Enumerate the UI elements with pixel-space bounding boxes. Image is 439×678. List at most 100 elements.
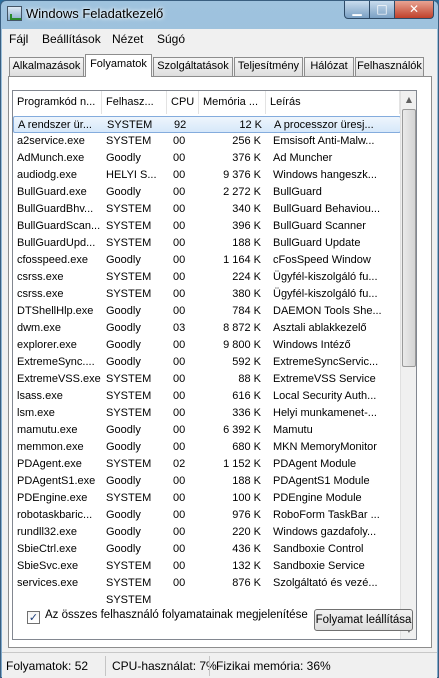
table-row[interactable]: ExtremeSync.... Goodly 00 592 K ExtremeSyncS… (13, 354, 401, 371)
table-row[interactable]: PDEngine.exe SYSTEM 00 100 K PDEngine Module (13, 490, 401, 507)
cell-image-name: a2service.exe (17, 135, 85, 147)
cell-cpu: 00 (173, 373, 186, 385)
table-row[interactable]: services.exe SYSTEM 00 876 K Szolgáltató és … (13, 575, 401, 592)
maximize-button[interactable]: □ (369, 1, 395, 19)
tab-users[interactable]: Felhasználók (355, 57, 424, 76)
table-row[interactable]: robotaskbaric... Goodly 00 976 K RoboForm Ta… (13, 507, 401, 524)
cell-memory: 188 K (232, 237, 261, 249)
cell-image-name: robotaskbaric... (17, 509, 93, 521)
cell-user-name: SYSTEM (106, 288, 152, 300)
cell-image-name: PDAgent.exe (17, 458, 82, 470)
menu-view[interactable]: Nézet (112, 32, 143, 46)
cell-memory: 9 800 K (223, 339, 261, 351)
tab-networking[interactable]: Hálózat (304, 57, 354, 76)
table-row[interactable]: BullGuard.exe Goodly 00 2 272 K BullGuard (13, 184, 401, 201)
table-row[interactable]: explorer.exe Goodly 00 9 800 K Windows Intéz… (13, 337, 401, 354)
column-cpu[interactable]: CPU (167, 91, 199, 114)
cell-cpu: 00 (173, 288, 186, 300)
table-row[interactable]: BullGuardUpd... SYSTEM 00 188 K BullGuard Up… (13, 235, 401, 252)
cell-memory: 12 K (239, 119, 262, 131)
menu-help[interactable]: Súgó (157, 32, 185, 46)
cell-cpu: 00 (173, 424, 186, 436)
table-row[interactable]: SbieCtrl.exe Goodly 00 436 K Sandboxie Contr… (13, 541, 401, 558)
table-row[interactable]: cfosspeed.exe Goodly 00 1 164 K cFosSpeed Wi… (13, 252, 401, 269)
column-user-name[interactable]: Felhasz... (102, 91, 167, 114)
table-row[interactable]: a2service.exe SYSTEM 00 256 K Emsisoft Anti-… (13, 133, 401, 150)
tab-performance[interactable]: Teljesítmény (234, 57, 303, 76)
cell-memory: 436 K (232, 543, 261, 555)
cell-user-name: Goodly (106, 305, 141, 317)
title-bar[interactable]: Windows Feladatkezelő ▁ □ ✕ (1, 1, 438, 29)
cell-cpu: 00 (173, 135, 186, 147)
cell-memory: 6 392 K (223, 424, 261, 436)
cell-cpu: 00 (173, 526, 186, 538)
cell-memory: 1 164 K (223, 254, 261, 266)
cell-user-name: SYSTEM (106, 373, 152, 385)
column-description[interactable]: Leírás (266, 91, 400, 114)
minimize-button[interactable]: ▁ (344, 1, 370, 19)
cell-cpu: 00 (173, 220, 186, 232)
menu-options[interactable]: Beállítások (42, 32, 101, 46)
cell-description: Ügyfél-kiszolgáló fu... (273, 271, 378, 283)
cell-description: PDAgent Module (273, 458, 357, 470)
close-button[interactable]: ✕ (394, 1, 434, 19)
cell-user-name: SYSTEM (106, 135, 152, 147)
cell-description: RoboForm TaskBar ... (273, 509, 380, 521)
table-row[interactable]: csrss.exe SYSTEM 00 380 K Ügyfél-kiszolgáló … (13, 286, 401, 303)
table-row[interactable]: BullGuardBhv... SYSTEM 00 340 K BullGuard Be… (13, 201, 401, 218)
show-all-users-label[interactable]: Az összes felhasználó folyamatainak megj… (45, 609, 308, 621)
cell-cpu (173, 592, 197, 609)
scroll-thumb[interactable] (402, 109, 416, 367)
cell-cpu: 00 (173, 543, 186, 555)
cell-description: Helyi munkamenet-... (273, 407, 377, 419)
cell-user-name: SYSTEM (106, 237, 152, 249)
cell-cpu: 00 (173, 509, 186, 521)
column-image-name[interactable]: Programkód n... (13, 91, 102, 114)
cell-description: BullGuard Scanner (273, 220, 366, 232)
table-row[interactable]: PDAgentS1.exe Goodly 00 188 K PDAgentS1 Modu… (13, 473, 401, 490)
tab-services[interactable]: Szolgáltatások (153, 57, 233, 76)
cell-cpu: 00 (173, 577, 186, 589)
cell-description: BullGuard Behaviou... (273, 203, 381, 215)
cell-memory: 1 152 K (223, 458, 261, 470)
table-row[interactable]: memmon.exe Goodly 00 680 K MKN MemoryMonitor (13, 439, 401, 456)
menu-file[interactable]: Fájl (9, 32, 28, 46)
table-row[interactable]: dwm.exe Goodly 03 8 872 K Asztali ablakkezel… (13, 320, 401, 337)
show-all-users-checkbox[interactable]: ✓ (27, 611, 40, 624)
cell-user-name: SYSTEM (106, 203, 152, 215)
tab-applications[interactable]: Alkalmazások (9, 57, 84, 76)
end-process-button[interactable]: Folyamat leállítása (314, 609, 413, 631)
cell-description: MKN MemoryMonitor (273, 441, 377, 453)
table-row[interactable]: lsass.exe SYSTEM 00 616 K Local Security Aut… (13, 388, 401, 405)
table-row[interactable]: PDAgent.exe SYSTEM 02 1 152 K PDAgent Module (13, 456, 401, 473)
cell-description: PDEngine Module (273, 492, 362, 504)
column-memory[interactable]: Memória ... (199, 91, 266, 114)
table-row[interactable]: AdMunch.exe Goodly 00 376 K Ad Muncher (13, 150, 401, 167)
table-row[interactable]: SYSTEM (13, 592, 401, 609)
table-row[interactable]: DTShellHlp.exe Goodly 00 784 K DAEMON Tools … (13, 303, 401, 320)
table-row[interactable]: SbieSvc.exe SYSTEM 00 132 K Sandboxie Servic… (13, 558, 401, 575)
vertical-scrollbar[interactable]: ▲ ▼ (400, 91, 416, 639)
cell-cpu: 92 (174, 119, 187, 131)
cell-user-name: Goodly (106, 322, 141, 334)
table-row[interactable]: lsm.exe SYSTEM 00 336 K Helyi munkamenet-... (13, 405, 401, 422)
table-row[interactable]: csrss.exe SYSTEM 00 224 K Ügyfél-kiszolgáló … (13, 269, 401, 286)
cell-description: Ad Muncher (273, 152, 333, 164)
table-row[interactable]: mamutu.exe Goodly 00 6 392 K Mamutu (13, 422, 401, 439)
cell-cpu: 00 (173, 492, 186, 504)
cell-user-name: SYSTEM (106, 271, 152, 283)
cell-image-name: BullGuardUpd... (17, 237, 96, 249)
cell-memory (199, 592, 261, 609)
table-row[interactable]: rundll32.exe Goodly 00 220 K Windows gazdafo… (13, 524, 401, 541)
scroll-up-button[interactable]: ▲ (401, 92, 416, 108)
menu-bar: Fájl Beállítások Nézet Súgó (2, 29, 437, 50)
cell-memory: 616 K (232, 390, 261, 402)
cell-image-name: PDAgentS1.exe (17, 475, 96, 487)
tab-processes[interactable]: Folyamatok (85, 54, 152, 77)
table-row[interactable]: audiodg.exe HELYI S... 00 9 376 K Windows ha… (13, 167, 401, 184)
table-row[interactable]: A rendszer ür... SYSTEM 92 12 K A processzor… (13, 116, 401, 133)
process-list[interactable]: Programkód n... Felhasz... CPU Memória .… (12, 90, 417, 640)
table-row[interactable]: ExtremeVSS.exe SYSTEM 00 88 K ExtremeVSS Ser… (13, 371, 401, 388)
table-row[interactable]: BullGuardScan... SYSTEM 00 396 K BullGuard S… (13, 218, 401, 235)
client-area: Alkalmazások Folyamatok Szolgáltatások T… (2, 50, 437, 652)
